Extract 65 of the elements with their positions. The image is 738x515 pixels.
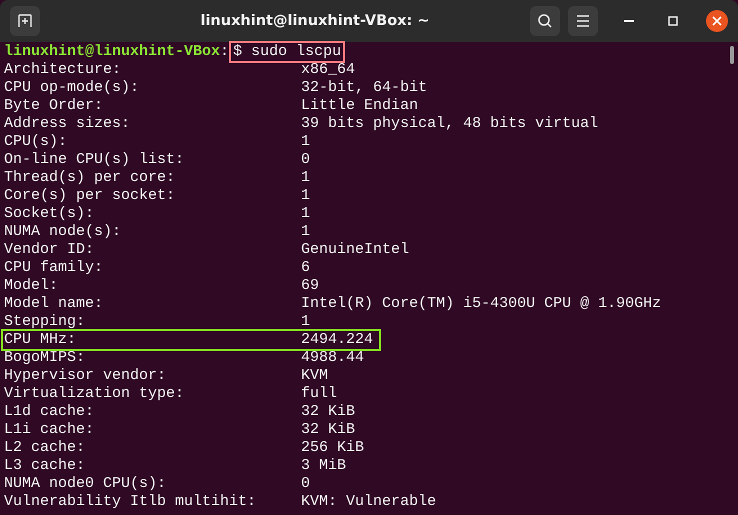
info-label: Architecture: <box>4 61 122 79</box>
maximize-icon <box>668 16 678 26</box>
info-label: Byte Order: <box>4 97 104 115</box>
info-label: Hypervisor vendor: <box>4 367 168 385</box>
info-value: 3 MiB <box>301 457 346 475</box>
info-label: CPU family: <box>4 259 104 277</box>
info-value: 1 <box>301 205 310 223</box>
window-title: linuxhint@linuxhint-VBox: ~ <box>199 13 431 29</box>
menu-button[interactable] <box>568 6 598 36</box>
info-value: 1 <box>301 187 310 205</box>
info-value: 32-bit, 64-bit <box>301 79 428 97</box>
info-value: GenuineIntel <box>301 241 410 259</box>
info-label: Model name: <box>4 295 104 313</box>
info-value: 2494.224 <box>301 331 374 349</box>
scrollbar[interactable] <box>730 46 734 64</box>
info-label: BogoMIPS: <box>4 349 86 367</box>
info-value: 32 KiB <box>301 421 356 439</box>
info-label: NUMA node0 CPU(s): <box>4 475 168 493</box>
info-value: x86_64 <box>301 61 356 79</box>
info-value: 256 KiB <box>301 439 364 457</box>
command-text: $ sudo lscpu <box>229 41 346 63</box>
info-label: Vulnerability Itlb multihit: <box>4 493 258 511</box>
info-value: KVM: Vulnerable <box>301 493 436 511</box>
info-label: Socket(s): <box>4 205 96 223</box>
info-value: 0 <box>301 475 310 493</box>
info-label: Thread(s) per core: <box>4 169 176 187</box>
info-label: Vendor ID: <box>4 241 96 259</box>
info-label: L2 cache: <box>4 439 86 457</box>
info-value: Intel(R) Core(TM) i5-4300U CPU @ 1.90GHz <box>301 295 662 313</box>
prompt-separator: : <box>220 43 230 61</box>
info-value: 1 <box>301 223 310 241</box>
info-value: 69 <box>301 277 320 295</box>
new-tab-icon <box>17 13 33 29</box>
prompt-user-host: linuxhint@linuxhint-VBox <box>4 43 220 61</box>
info-label: CPU MHz: <box>4 331 78 349</box>
info-value: 0 <box>301 151 310 169</box>
info-label: Address sizes: <box>4 115 132 133</box>
info-label: CPU op-mode(s): <box>4 79 140 97</box>
info-value: 1 <box>301 133 310 151</box>
info-label: CPU(s): <box>4 133 68 151</box>
info-label: On-line CPU(s) list: <box>4 151 186 169</box>
info-value: Little Endian <box>301 97 418 115</box>
info-value: full <box>301 385 338 403</box>
info-label: NUMA node(s): <box>4 223 122 241</box>
info-value: 39 bits physical, 48 bits virtual <box>301 115 598 133</box>
info-label: Core(s) per socket: <box>4 187 176 205</box>
minimize-icon <box>624 20 634 22</box>
menu-icon <box>576 15 590 27</box>
info-label: L1d cache: <box>4 403 96 421</box>
close-button[interactable] <box>706 10 728 32</box>
info-label: Virtualization type: <box>4 385 186 403</box>
info-value: 6 <box>301 259 310 277</box>
info-label: Model: <box>4 277 60 295</box>
info-label: L3 cache: <box>4 457 86 475</box>
search-button[interactable] <box>530 6 560 36</box>
info-label: L1i cache: <box>4 421 96 439</box>
info-value: 1 <box>301 169 310 187</box>
info-label: Stepping: <box>4 313 86 331</box>
new-tab-button[interactable] <box>10 6 40 36</box>
info-value: 4988.44 <box>301 349 364 367</box>
info-value: KVM <box>301 367 328 385</box>
info-value: 1 <box>301 313 310 331</box>
info-value: 32 KiB <box>301 403 356 421</box>
search-icon <box>537 13 553 29</box>
close-icon <box>712 16 722 26</box>
